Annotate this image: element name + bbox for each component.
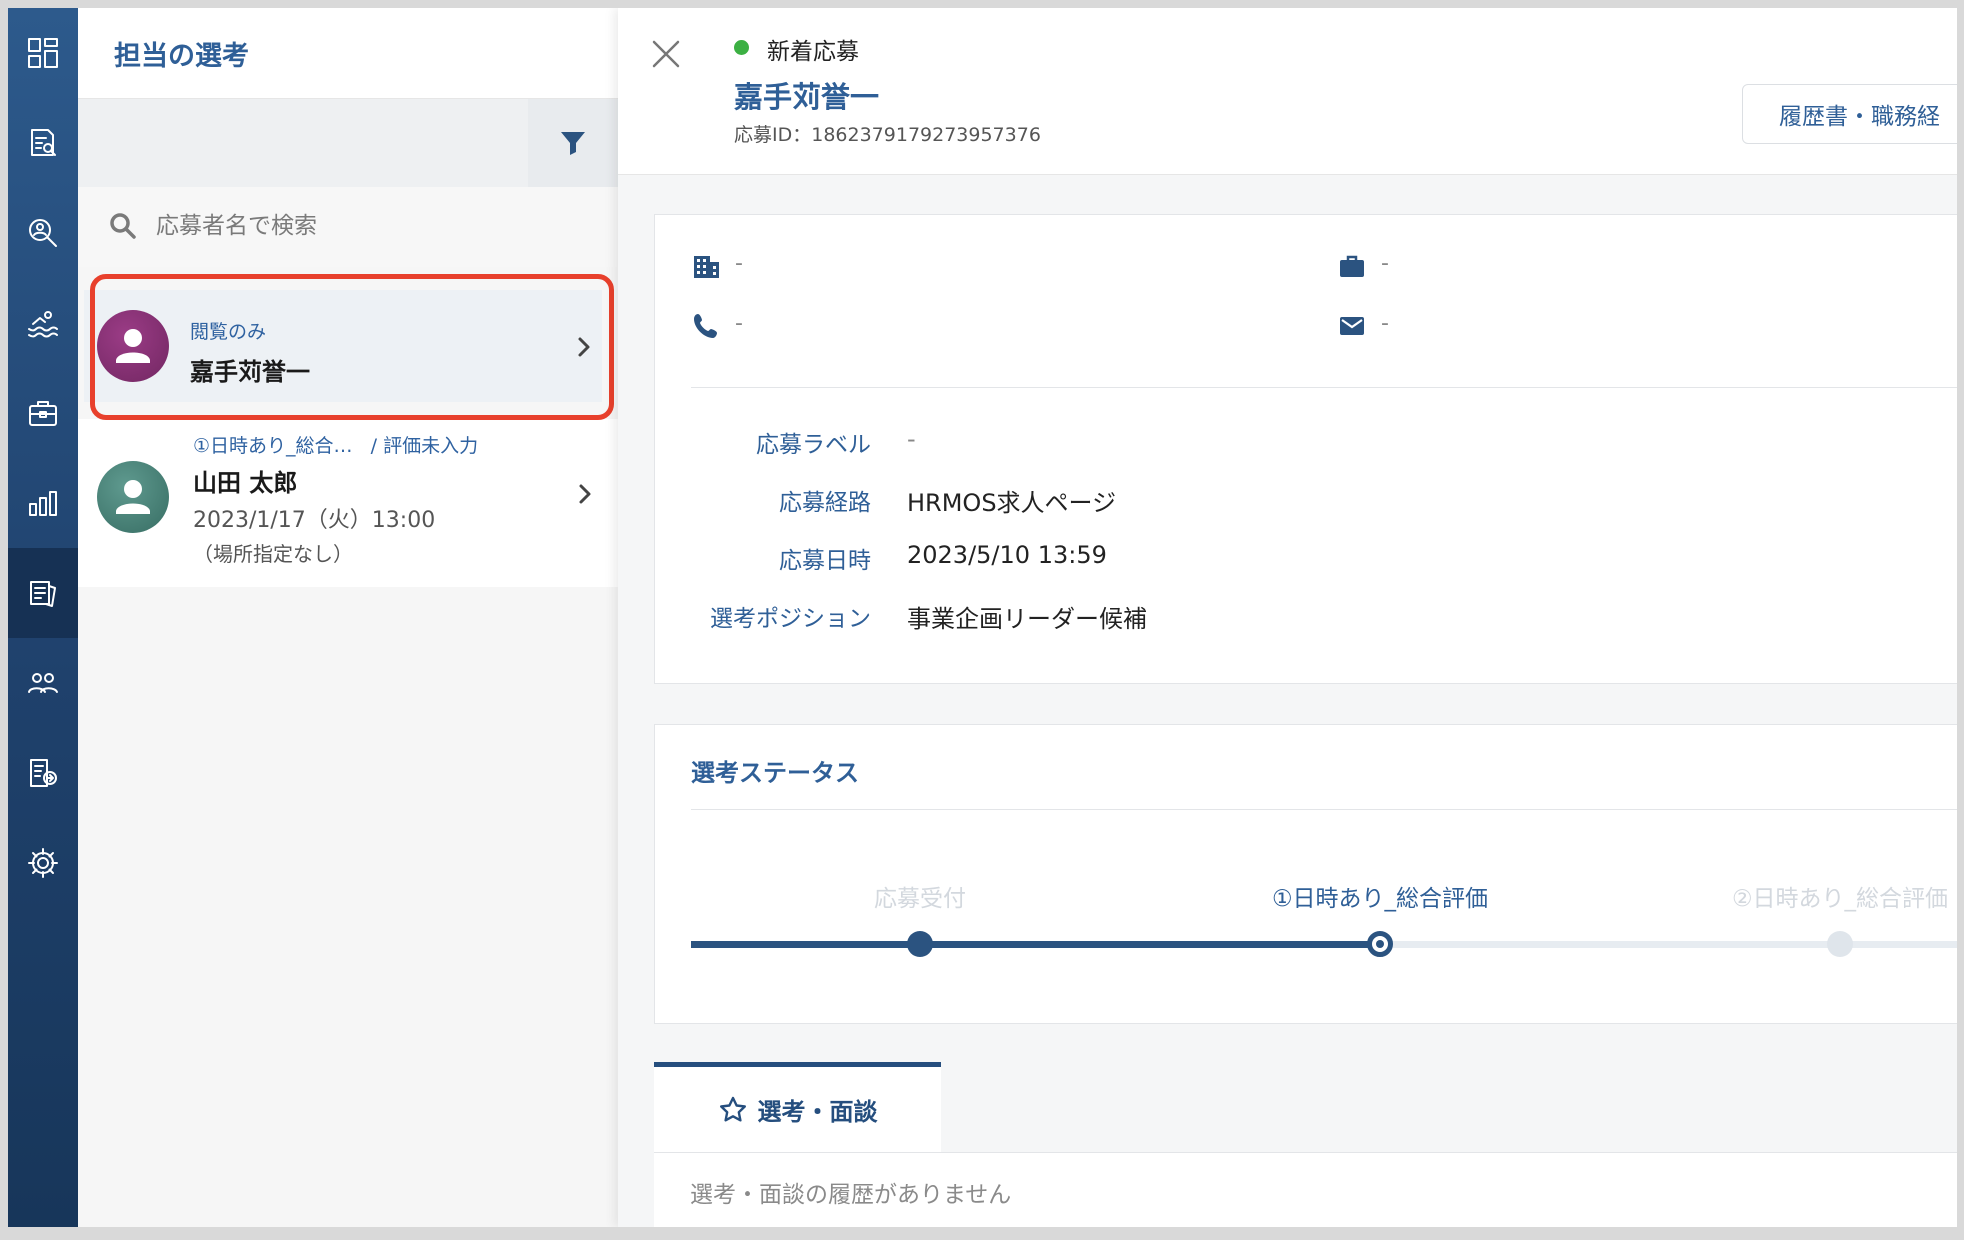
nav-documents[interactable] (8, 728, 78, 818)
selection-icon (30, 581, 56, 607)
nav-resume-search[interactable] (8, 98, 78, 188)
candidate-name: 嘉手苅誉一 (190, 358, 310, 386)
stage-label: ①日時あり_総合… (193, 435, 353, 457)
step-label-current: ①日時あり_総合評価 (1271, 886, 1489, 912)
evaluation-label: / 評価未入力 (370, 435, 479, 457)
field-label: 応募日時 (779, 548, 871, 574)
candidate-info-card: - - - - 応募ラベル - 応募経路 HRMOS求人ページ 応募日時 202… (654, 214, 1957, 684)
people-icon (28, 673, 58, 693)
nav-reports[interactable] (8, 458, 78, 548)
candidate-search-icon (29, 219, 57, 247)
nav-candidate-search[interactable] (8, 188, 78, 278)
search-input[interactable] (154, 205, 588, 247)
bar-chart-icon (29, 491, 57, 516)
step-dot-upcoming[interactable] (1827, 931, 1853, 957)
application-id: 応募ID：1862379179273957376 (734, 124, 1041, 146)
progress-track-done (691, 941, 1381, 948)
search-icon (108, 211, 138, 241)
field-value: 2023/5/10 13:59 (907, 541, 1107, 569)
swim-icon (28, 311, 58, 338)
briefcase-icon (29, 401, 57, 426)
candidate-card[interactable]: ①日時あり_総合… / 評価未入力 山田 太郎 2023/1/17（火）13:0… (78, 419, 618, 587)
job-value: - (1381, 251, 1389, 276)
nav-selection[interactable] (8, 548, 78, 638)
tab-selection-interview[interactable]: 選考・面談 (654, 1062, 941, 1152)
person-icon (116, 480, 150, 514)
list-header: 担当の選考 (78, 8, 618, 99)
star-icon (719, 1096, 746, 1121)
avatar (97, 310, 169, 382)
nav-rail (8, 8, 78, 1227)
app-window: 担当の選考 閲覧のみ 嘉手苅誉一 ①日時あり_総合… / 評価未入力 (8, 8, 1957, 1227)
candidate-name-heading: 嘉手苅誉一 (734, 80, 880, 114)
email-value: - (1381, 311, 1389, 336)
filter-button[interactable] (528, 99, 618, 187)
avatar (97, 461, 169, 533)
step-dot-done[interactable] (907, 931, 933, 957)
schedule-place: （場所指定なし） (193, 542, 353, 566)
field-value: HRMOS求人ページ (907, 489, 1117, 517)
nav-swim[interactable] (8, 278, 78, 368)
building-icon (691, 251, 721, 281)
empty-message: 選考・面談の履歴がありません (690, 1182, 1012, 1208)
field-value: - (907, 425, 916, 453)
resume-search-icon (31, 129, 56, 156)
search-bar (78, 187, 618, 267)
candidate-name: 山田 太郎 (193, 469, 298, 497)
candidate-list-panel: 担当の選考 閲覧のみ 嘉手苅誉一 ①日時あり_総合… / 評価未入力 (78, 8, 618, 1227)
briefcase-icon (1337, 251, 1367, 281)
gear-icon (28, 848, 58, 878)
history-tabs: 選考・面談 選考・面談の履歴がありません (654, 1062, 1957, 1227)
dashboard-icon (28, 38, 58, 68)
chevron-right-icon (574, 483, 596, 505)
selection-status-card: 選考ステータス 応募受付 ①日時あり_総合評価 ②日時あり_総合評価 (654, 724, 1957, 1024)
email-icon (1337, 311, 1367, 341)
field-label: 選考ポジション (710, 606, 871, 632)
stage-line: ①日時あり_総合… / 評価未入力 (193, 431, 478, 458)
nav-jobs[interactable] (8, 368, 78, 458)
tab-label: 選考・面談 (757, 1098, 878, 1126)
step-label-done: 応募受付 (874, 886, 966, 912)
progress-track-remaining (1381, 941, 1957, 948)
status-dot (734, 40, 749, 55)
close-icon (652, 40, 680, 68)
divider (691, 809, 1957, 810)
field-value: 事業企画リーダー候補 (907, 605, 1147, 633)
nav-settings[interactable] (8, 818, 78, 908)
divider (691, 387, 1957, 388)
chevron-right-icon (573, 336, 595, 358)
candidate-card-selected[interactable]: 閲覧のみ 嘉手苅誉一 (84, 290, 602, 402)
list-title: 担当の選考 (114, 41, 249, 72)
filter-icon (561, 132, 585, 155)
filter-bar (78, 99, 618, 187)
step-label-upcoming: ②日時あり_総合評価 (1731, 886, 1949, 912)
section-title: 選考ステータス (691, 759, 859, 787)
detail-header: 新着応募 嘉手苅誉一 応募ID：1862379179273957376 履歴書・… (618, 8, 1957, 175)
schedule-date: 2023/1/17（火）13:00 (193, 508, 436, 533)
nav-dashboard[interactable] (8, 8, 78, 98)
step-dot-current[interactable] (1367, 931, 1393, 957)
candidate-detail-panel: 新着応募 嘉手苅誉一 応募ID：1862379179273957376 履歴書・… (618, 8, 1957, 1227)
status-badge: 新着応募 (767, 39, 859, 65)
nav-people[interactable] (8, 638, 78, 728)
tab-content: 選考・面談の履歴がありません (654, 1152, 1957, 1227)
person-icon (116, 329, 150, 363)
close-button[interactable] (648, 36, 684, 72)
phone-value: - (735, 311, 743, 336)
field-label: 応募ラベル (756, 432, 871, 458)
document-share-icon (30, 759, 57, 787)
field-label: 応募経路 (779, 490, 871, 516)
phone-icon (691, 311, 721, 341)
view-only-label: 閲覧のみ (190, 321, 267, 343)
company-value: - (735, 251, 743, 276)
resume-button[interactable]: 履歴書・職務経 (1742, 84, 1957, 144)
